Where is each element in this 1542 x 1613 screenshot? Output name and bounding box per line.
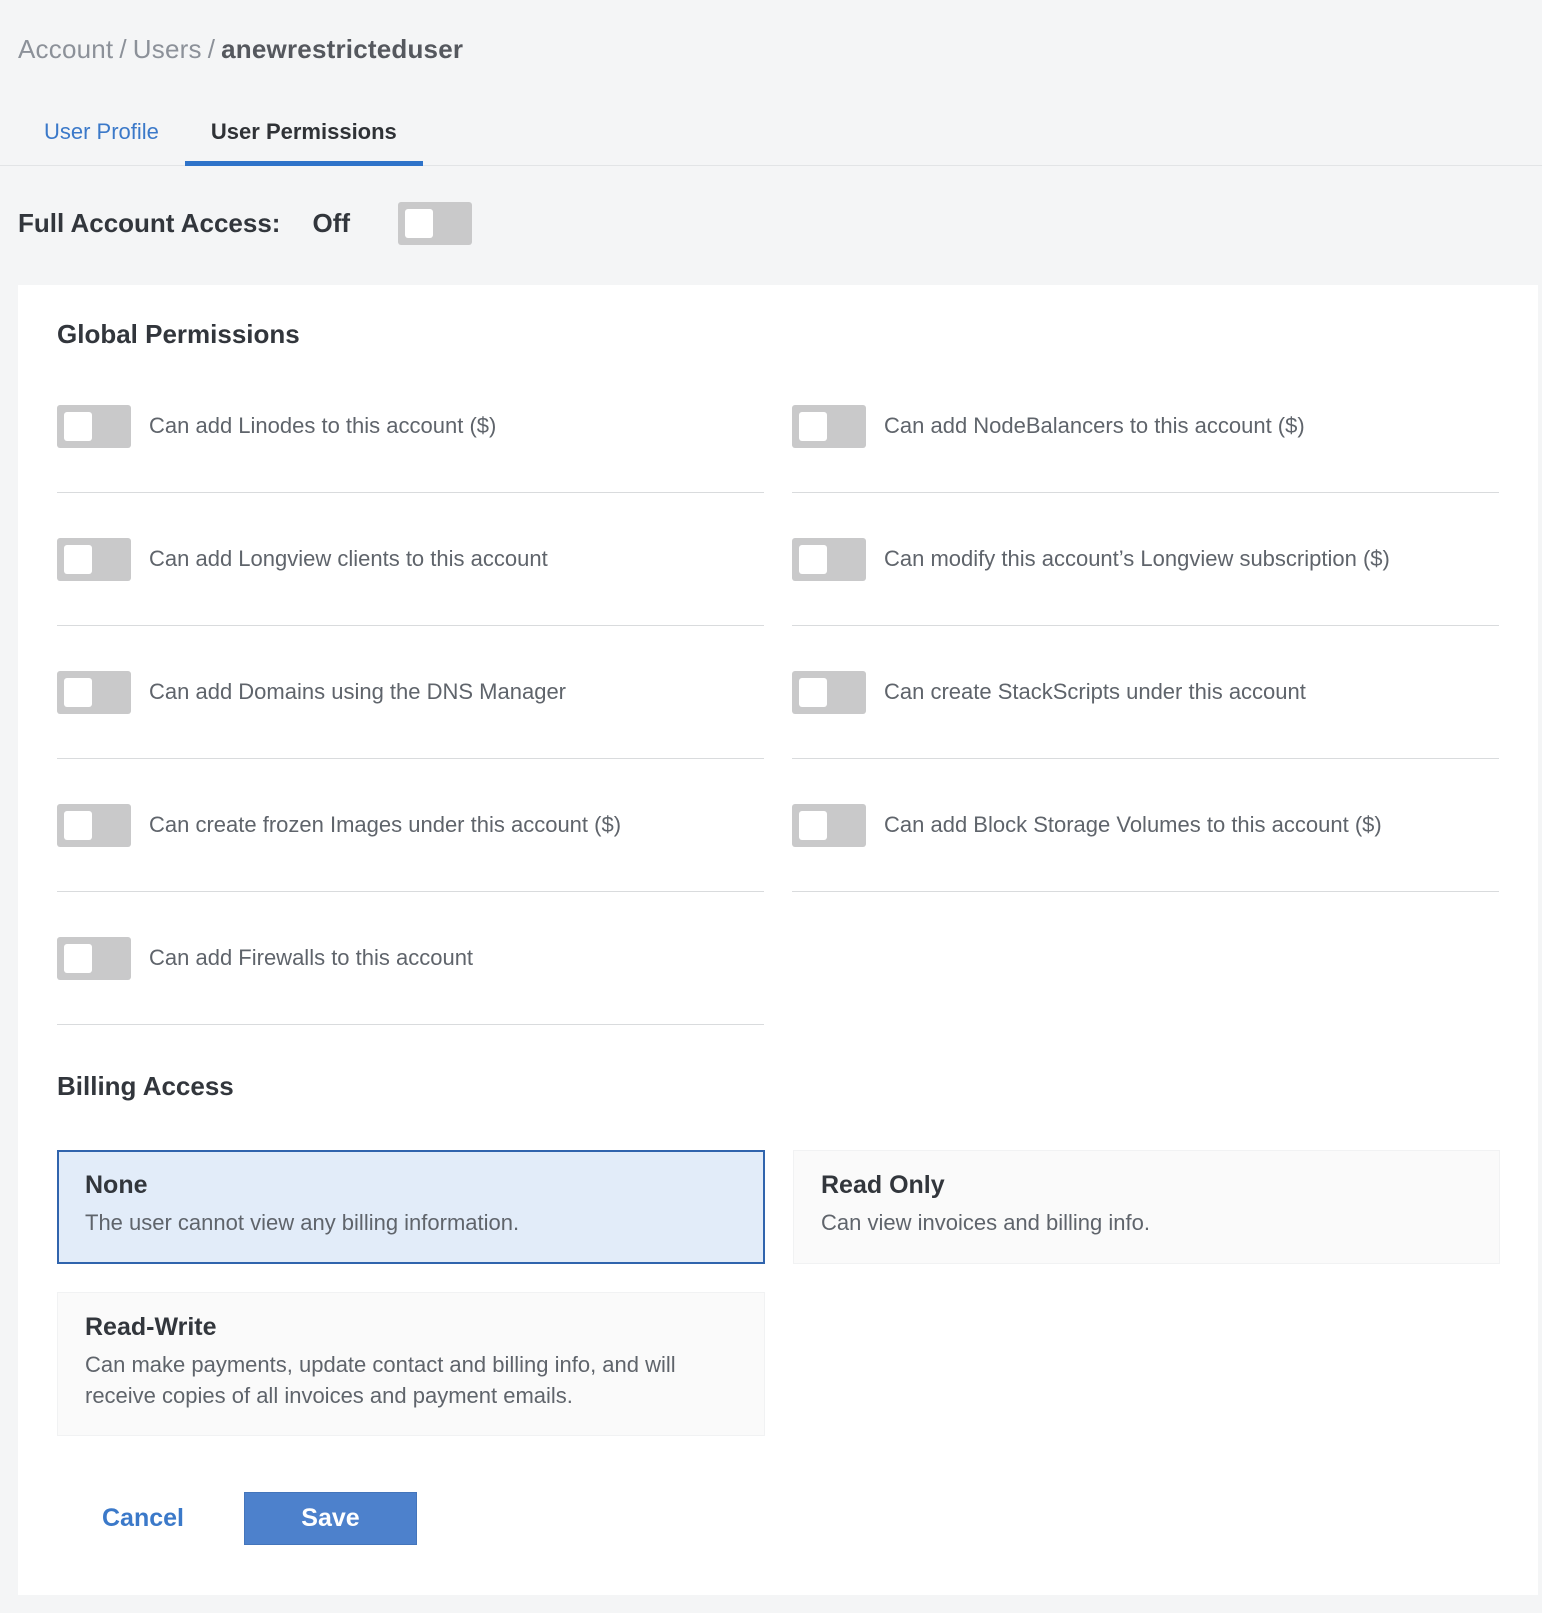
permission-row-create-stackscripts: Can create StackScripts under this accou…	[792, 626, 1499, 759]
permission-row-modify-longview-subscription: Can modify this account’s Longview subsc…	[792, 493, 1499, 626]
permission-row-add-block-storage: Can add Block Storage Volumes to this ac…	[792, 759, 1499, 892]
tab-bar: User Profile User Permissions	[0, 109, 1542, 166]
toggle-knob-icon	[799, 544, 827, 574]
permission-row-add-domains: Can add Domains using the DNS Manager	[57, 626, 764, 759]
permission-label: Can create frozen Images under this acco…	[149, 812, 622, 837]
billing-option-title: Read Only	[821, 1171, 945, 1199]
permission-toggle-add-longview-clients[interactable]	[57, 537, 131, 581]
permission-toggle-add-linodes[interactable]	[57, 404, 131, 448]
full-account-access-label: Full Account Access:	[18, 208, 281, 238]
toggle-knob-icon	[799, 677, 827, 707]
permission-label: Can add Longview clients to this account	[149, 546, 548, 571]
toggle-knob-icon	[64, 943, 92, 973]
permission-row-add-nodebalancers: Can add NodeBalancers to this account ($…	[792, 360, 1499, 493]
cancel-button[interactable]: Cancel	[102, 1504, 184, 1533]
permission-label: Can add NodeBalancers to this account ($…	[884, 413, 1305, 438]
permission-row-add-firewalls: Can add Firewalls to this account	[57, 892, 764, 1025]
permission-toggle-create-images[interactable]	[57, 803, 131, 847]
full-account-access-row: Full Account Access: Off	[0, 166, 1542, 285]
permission-label: Can add Domains using the DNS Manager	[149, 679, 567, 704]
toggle-knob-icon	[64, 810, 92, 840]
full-account-access-state: Off	[312, 208, 351, 238]
full-account-access-toggle[interactable]	[398, 202, 473, 245]
permissions-left-column: Can add Linodes to this account ($) Can …	[57, 360, 764, 1025]
breadcrumb-account[interactable]: Account	[18, 34, 113, 64]
billing-access-title: Billing Access	[57, 1071, 234, 1101]
billing-option-none[interactable]: None The user cannot view any billing in…	[57, 1150, 765, 1264]
permission-toggle-add-block-storage[interactable]	[792, 803, 866, 847]
breadcrumb-current-user: anewrestricteduser	[221, 34, 464, 64]
permission-label: Can add Firewalls to this account	[149, 945, 474, 970]
permission-row-create-images: Can create frozen Images under this acco…	[57, 759, 764, 892]
permission-toggle-add-nodebalancers[interactable]	[792, 404, 866, 448]
breadcrumb-separator: /	[207, 34, 216, 64]
billing-option-title: None	[85, 1171, 148, 1199]
form-actions: Cancel Save	[57, 1492, 1499, 1546]
permissions-panel: Global Permissions Can add Linodes to th…	[18, 285, 1538, 1596]
permission-toggle-create-stackscripts[interactable]	[792, 670, 866, 714]
global-permissions-grid: Can add Linodes to this account ($) Can …	[57, 360, 1499, 1025]
global-permissions-title: Global Permissions	[57, 319, 300, 349]
toggle-knob-icon	[64, 677, 92, 707]
breadcrumb-separator: /	[119, 34, 127, 64]
tab-user-permissions[interactable]: User Permissions	[184, 109, 423, 166]
billing-option-description: Can view invoices and billing info.	[821, 1210, 1150, 1235]
toggle-knob-icon	[64, 411, 92, 441]
permission-toggle-add-firewalls[interactable]	[57, 936, 131, 980]
billing-option-description: Can make payments, update contact and bi…	[85, 1351, 676, 1408]
tab-user-profile[interactable]: User Profile	[18, 109, 185, 166]
permissions-right-column: Can add NodeBalancers to this account ($…	[792, 360, 1499, 1025]
billing-option-description: The user cannot view any billing informa…	[85, 1210, 520, 1235]
billing-option-title: Read-Write	[85, 1312, 217, 1341]
permission-toggle-modify-longview-subscription[interactable]	[792, 537, 866, 581]
billing-option-read-only[interactable]: Read Only Can view invoices and billing …	[793, 1150, 1500, 1264]
permission-label: Can add Linodes to this account ($)	[149, 413, 497, 438]
toggle-knob-icon	[64, 544, 92, 574]
permission-label: Can add Block Storage Volumes to this ac…	[884, 812, 1382, 837]
toggle-knob-icon	[799, 411, 827, 441]
save-button[interactable]: Save	[243, 1492, 417, 1546]
permission-label: Can create StackScripts under this accou…	[884, 679, 1306, 704]
toggle-knob-icon	[405, 209, 434, 238]
breadcrumb-users[interactable]: Users	[133, 34, 202, 64]
permission-row-add-linodes: Can add Linodes to this account ($)	[57, 360, 764, 493]
breadcrumb: Account / Users / anewrestricteduser	[0, 0, 1542, 65]
permission-toggle-add-domains[interactable]	[57, 670, 131, 714]
permission-row-add-longview-clients: Can add Longview clients to this account	[57, 493, 764, 626]
billing-option-read-write[interactable]: Read-Write Can make payments, update con…	[57, 1291, 765, 1437]
permission-label: Can modify this account’s Longview subsc…	[884, 546, 1390, 571]
billing-options-grid: None The user cannot view any billing in…	[57, 1150, 1500, 1437]
toggle-knob-icon	[799, 810, 827, 840]
